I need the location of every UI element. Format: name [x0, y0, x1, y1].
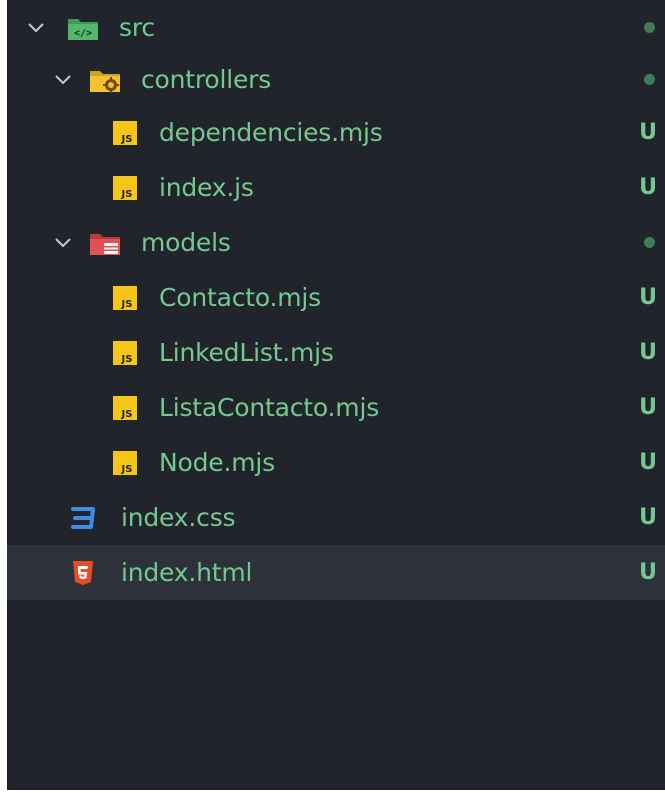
- css-file-icon: [67, 504, 99, 532]
- folder-models-icon: [89, 229, 121, 257]
- tree-item-file[interactable]: JS Contacto.mjs U: [7, 270, 665, 325]
- tree-item-controllers-folder[interactable]: controllers: [7, 52, 665, 107]
- tree-item-label: dependencies.mjs: [159, 118, 383, 147]
- folder-controllers-icon: [89, 66, 121, 94]
- js-file-icon: JS: [109, 449, 141, 477]
- modified-dot-indicator: [644, 22, 655, 33]
- tree-item-label: Contacto.mjs: [159, 283, 321, 312]
- untracked-status: U: [639, 450, 657, 475]
- folder-src-icon: </>: [67, 14, 99, 42]
- tree-item-label: index.js: [159, 173, 254, 202]
- untracked-status: U: [639, 285, 657, 310]
- svg-text:JS: JS: [121, 189, 133, 200]
- untracked-status: U: [639, 340, 657, 365]
- tree-item-file[interactable]: JS index.js U: [7, 160, 665, 215]
- svg-text:JS: JS: [121, 299, 133, 310]
- modified-dot-indicator: [644, 74, 655, 85]
- tree-item-file[interactable]: index.css U: [7, 490, 665, 545]
- js-file-icon: JS: [109, 394, 141, 422]
- file-explorer: </> src controllers JS dependencies.mjs …: [7, 0, 665, 790]
- tree-item-label: controllers: [141, 65, 272, 94]
- js-file-icon: JS: [109, 339, 141, 367]
- chevron-down-icon[interactable]: [51, 68, 75, 92]
- untracked-status: U: [639, 175, 657, 200]
- tree-item-file[interactable]: JS ListaContacto.mjs U: [7, 380, 665, 435]
- tree-item-label: ListaContacto.mjs: [159, 393, 380, 422]
- untracked-status: U: [639, 395, 657, 420]
- chevron-down-icon[interactable]: [51, 231, 75, 255]
- untracked-status: U: [639, 505, 657, 530]
- tree-item-file[interactable]: JS Node.mjs U: [7, 435, 665, 490]
- js-file-icon: JS: [109, 284, 141, 312]
- tree-item-label: models: [141, 228, 231, 257]
- untracked-status: U: [639, 120, 657, 145]
- tree-item-file[interactable]: JS LinkedList.mjs U: [7, 325, 665, 380]
- tree-item-label: index.css: [121, 503, 236, 532]
- tree-item-src-folder[interactable]: </> src: [7, 0, 665, 55]
- tree-item-file-selected[interactable]: index.html U: [7, 545, 665, 600]
- svg-text:JS: JS: [121, 409, 133, 420]
- modified-dot-indicator: [644, 237, 655, 248]
- svg-text:JS: JS: [121, 134, 133, 145]
- html-file-icon: [67, 559, 99, 587]
- tree-item-label: index.html: [121, 558, 253, 587]
- svg-text:JS: JS: [121, 354, 133, 365]
- js-file-icon: JS: [109, 174, 141, 202]
- tree-item-label: Node.mjs: [159, 448, 275, 477]
- tree-item-file[interactable]: JS dependencies.mjs U: [7, 105, 665, 160]
- tree-item-label: LinkedList.mjs: [159, 338, 334, 367]
- untracked-status: U: [639, 560, 657, 585]
- svg-text:JS: JS: [121, 464, 133, 475]
- svg-text:</>: </>: [74, 28, 92, 39]
- js-file-icon: JS: [109, 119, 141, 147]
- chevron-down-icon[interactable]: [24, 16, 48, 40]
- tree-item-label: src: [119, 13, 155, 42]
- tree-item-models-folder[interactable]: models: [7, 215, 665, 270]
